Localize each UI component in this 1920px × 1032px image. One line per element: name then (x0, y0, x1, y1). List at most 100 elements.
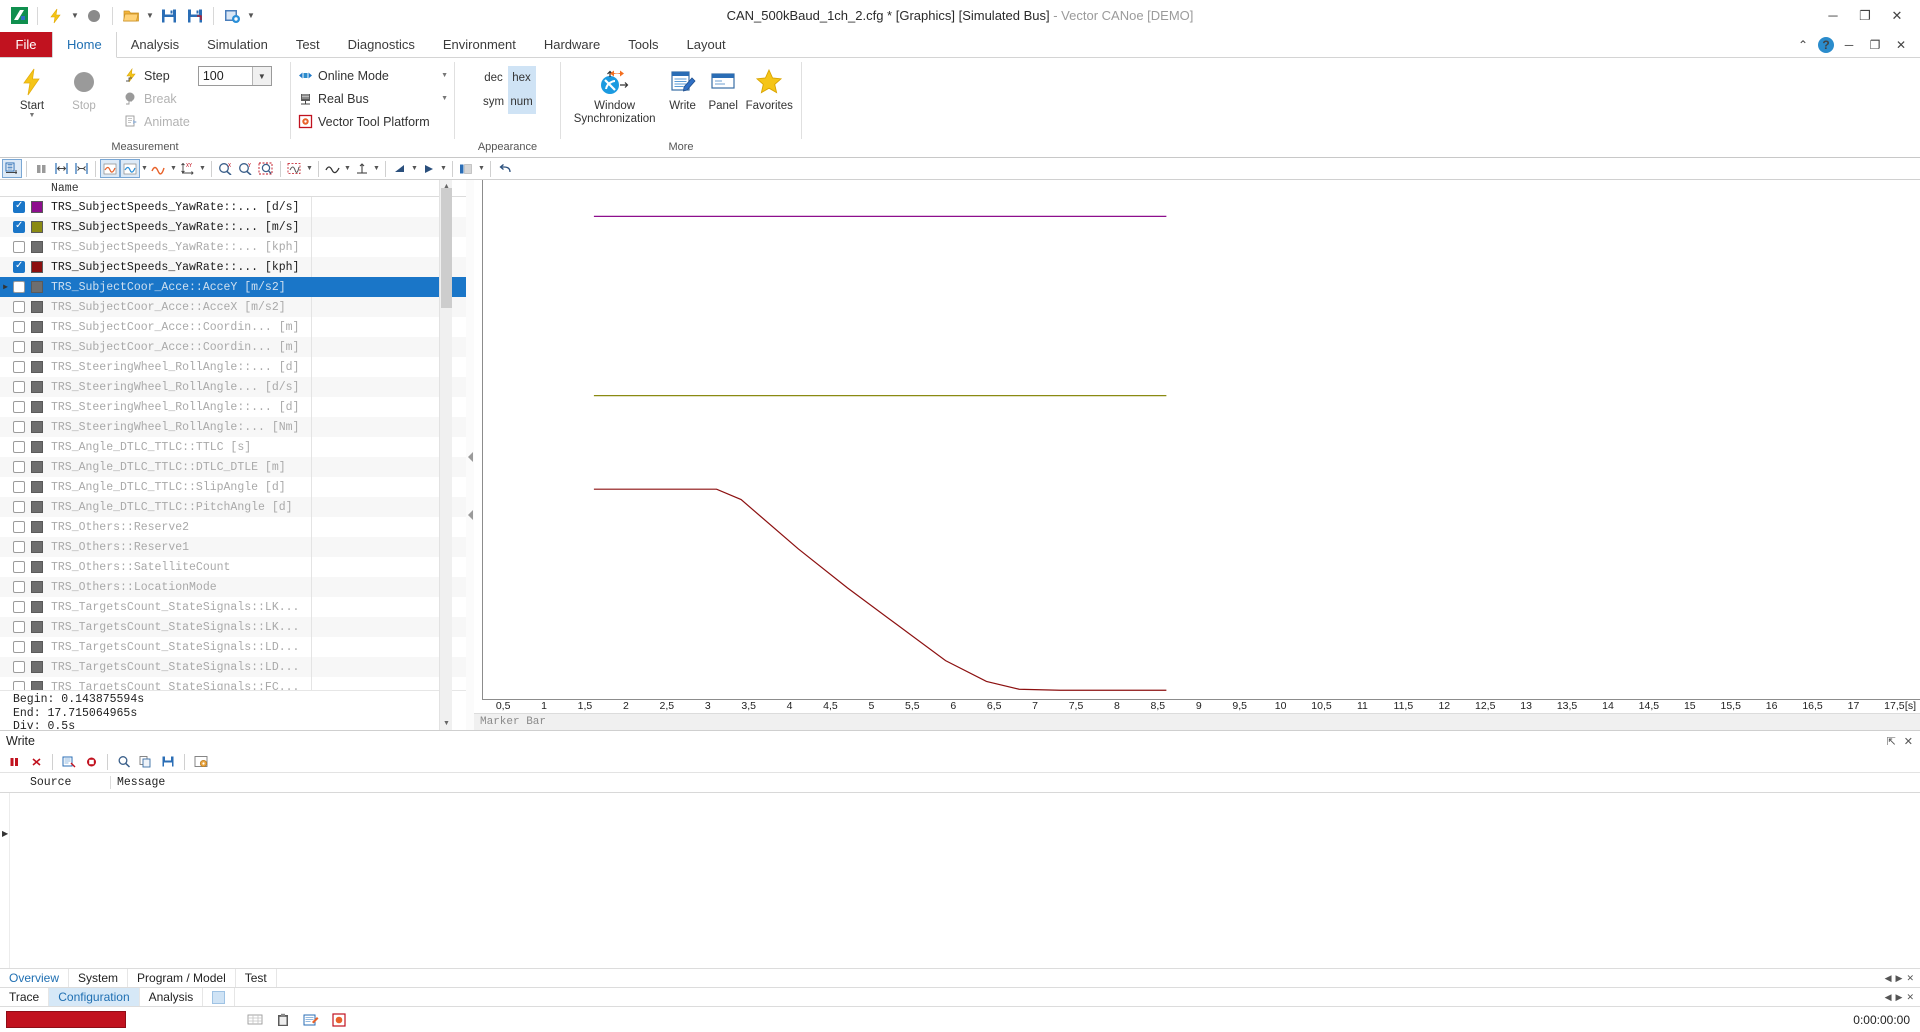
table-row[interactable]: TRS_SteeringWheel_RollAngle::... [d] (0, 357, 466, 377)
table-row[interactable]: TRS_SubjectSpeeds_YawRate::... [kph] (0, 237, 466, 257)
tab-simulation[interactable]: Simulation (193, 32, 282, 57)
window-synchronization-button[interactable]: Window Synchronization (567, 62, 662, 126)
row-color-swatch[interactable] (27, 621, 47, 633)
online-mode-button[interactable]: Online Mode ▼ (297, 64, 448, 87)
minimize-button[interactable]: ─ (1818, 4, 1848, 28)
table-row[interactable]: TRS_TargetsCount_StateSignals::LD... (0, 637, 466, 657)
table-row[interactable]: TRS_TargetsCount_StateSignals::LK... (0, 617, 466, 637)
zoom-all-icon[interactable] (285, 159, 305, 178)
checkbox-icon[interactable] (13, 220, 25, 233)
row-visibility-checkbox[interactable] (11, 361, 27, 373)
table-row[interactable]: TRS_Others::Reserve2 (0, 517, 466, 537)
color-swatch-icon[interactable] (31, 341, 43, 353)
bottom-tab-test[interactable]: Test (236, 969, 277, 987)
row-color-swatch[interactable] (27, 321, 47, 333)
row-visibility-checkbox[interactable] (11, 501, 27, 513)
color-swatch-icon[interactable] (31, 501, 43, 513)
left-marker-icon[interactable] (390, 159, 410, 178)
favorites-button[interactable]: Favorites (743, 62, 795, 113)
add-tab-icon[interactable] (212, 990, 226, 1004)
color-swatch-icon[interactable] (31, 281, 43, 293)
row-color-swatch[interactable] (27, 361, 47, 373)
xy-measure-caret-icon[interactable]: ▼ (198, 165, 207, 172)
row-color-swatch[interactable] (27, 381, 47, 393)
note-icon[interactable] (302, 1012, 320, 1028)
bottom-tab-system[interactable]: System (69, 969, 129, 987)
row-visibility-checkbox[interactable] (11, 481, 27, 493)
row-color-swatch[interactable] (27, 541, 47, 553)
color-swatch-icon[interactable] (31, 601, 43, 613)
color-swatch-icon[interactable] (31, 581, 43, 593)
scroll-right-icon[interactable]: ▶ (1896, 992, 1903, 1003)
zoom-all-caret-icon[interactable]: ▼ (305, 165, 314, 172)
tab-analysis[interactable]: Analysis (117, 32, 193, 57)
config-options-icon[interactable] (219, 4, 245, 28)
checkbox-icon[interactable] (13, 661, 25, 673)
checkbox-icon[interactable] (13, 301, 25, 313)
signal-curve-caret-icon[interactable]: ▼ (140, 165, 149, 172)
plot-area[interactable] (482, 180, 1920, 700)
table-row[interactable]: TRS_SubjectSpeeds_YawRate::... [m/s] (0, 217, 466, 237)
bottom-tab-program-model[interactable]: Program / Model (128, 969, 236, 987)
row-color-swatch[interactable] (27, 221, 47, 233)
row-color-swatch[interactable] (27, 341, 47, 353)
checkbox-icon[interactable] (13, 621, 25, 633)
row-visibility-checkbox[interactable] (11, 341, 27, 353)
row-color-swatch[interactable] (27, 641, 47, 653)
grid-icon[interactable] (246, 1012, 264, 1028)
color-swatch-icon[interactable] (31, 421, 43, 433)
start-dropdown-caret-icon[interactable]: ▼ (29, 112, 36, 119)
real-bus-button[interactable]: Real Bus ▼ (297, 87, 448, 110)
tab-tools[interactable]: Tools (614, 32, 672, 57)
row-visibility-checkbox[interactable] (11, 200, 27, 213)
table-row[interactable]: TRS_SteeringWheel_RollAngle... [d/s] (0, 377, 466, 397)
color-swatch-icon[interactable] (31, 221, 43, 233)
xy-measure-icon[interactable]: XY (178, 159, 198, 178)
table-row[interactable]: ▶ TRS_SubjectCoor_Acce::AcceY [m/s2] (0, 277, 466, 297)
row-color-swatch[interactable] (27, 301, 47, 313)
marker-bar[interactable]: Marker Bar (474, 713, 1920, 730)
right-marker-caret-icon[interactable]: ▼ (439, 165, 448, 172)
table-row[interactable]: TRS_SteeringWheel_RollAngle:... [Nm] (0, 417, 466, 437)
signal-list[interactable]: TRS_SubjectSpeeds_YawRate::... [d/s]TRS_… (0, 197, 466, 690)
table-row[interactable]: TRS_SubjectSpeeds_YawRate::... [kph] (0, 257, 466, 277)
tab-close-icon[interactable]: ✕ (1906, 992, 1914, 1003)
panel-button[interactable]: Panel (703, 62, 744, 113)
format-dec-button[interactable]: dec (480, 66, 508, 90)
save-icon[interactable] (158, 752, 178, 771)
row-visibility-checkbox[interactable] (11, 601, 27, 613)
copy-icon[interactable] (136, 752, 156, 771)
splitter-grip-lower-icon[interactable] (467, 510, 473, 520)
maximize-button[interactable]: ❐ (1850, 4, 1880, 28)
row-color-swatch[interactable] (27, 481, 47, 493)
row-visibility-checkbox[interactable] (11, 681, 27, 690)
tab-test[interactable]: Test (282, 32, 334, 57)
close-icon[interactable]: ✕ (1904, 735, 1913, 748)
table-row[interactable]: TRS_SubjectCoor_Acce::AcceX [m/s2] (0, 297, 466, 317)
color-swatch-icon[interactable] (31, 641, 43, 653)
row-visibility-checkbox[interactable] (11, 661, 27, 673)
row-color-swatch[interactable] (27, 201, 47, 213)
color-swatch-icon[interactable] (31, 481, 43, 493)
row-visibility-checkbox[interactable] (11, 581, 27, 593)
table-row[interactable]: TRS_Others::LocationMode (0, 577, 466, 597)
curve-style-caret-icon[interactable]: ▼ (343, 165, 352, 172)
row-color-swatch[interactable] (27, 521, 47, 533)
checkbox-icon[interactable] (13, 601, 25, 613)
checkbox-icon[interactable] (13, 321, 25, 333)
find-icon[interactable] (114, 752, 134, 771)
close-button[interactable]: ✕ (1882, 4, 1912, 28)
measurement-setup-icon[interactable] (2, 159, 22, 178)
right-marker-icon[interactable] (419, 159, 439, 178)
bottom-tab-configuration[interactable]: Configuration (49, 988, 140, 1006)
wave-caret-icon[interactable]: ▼ (169, 165, 178, 172)
bottom-tab-overview[interactable]: Overview (0, 969, 70, 987)
save-icon[interactable] (156, 4, 182, 28)
row-color-swatch[interactable] (27, 681, 47, 690)
row-color-swatch[interactable] (27, 401, 47, 413)
row-color-swatch[interactable] (27, 441, 47, 453)
table-row[interactable]: TRS_TargetsCount_StateSignals::LD... (0, 657, 466, 677)
scroll-right-icon[interactable]: ▶ (1896, 973, 1903, 984)
row-color-swatch[interactable] (27, 241, 47, 253)
legend-caret-icon[interactable]: ▼ (477, 165, 486, 172)
